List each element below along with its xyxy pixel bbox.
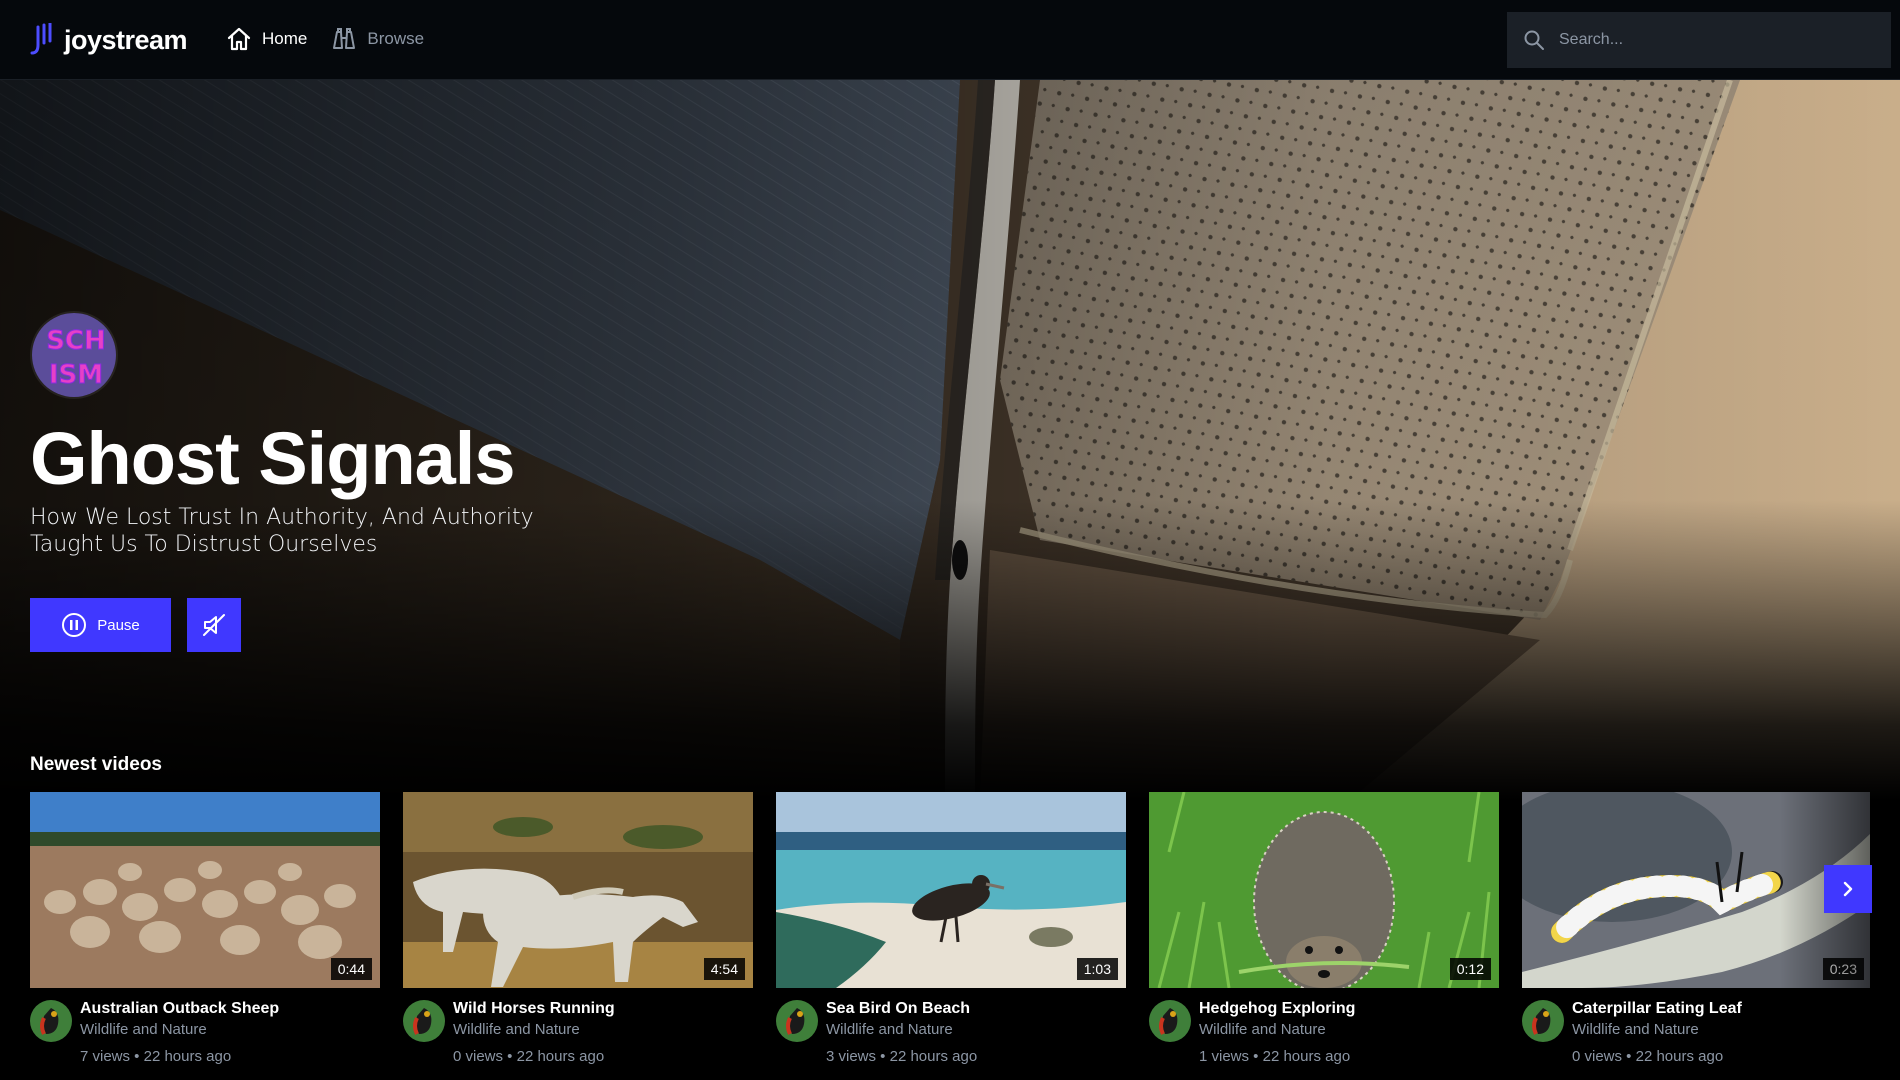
- chevron-right-icon: [1843, 881, 1853, 897]
- channel-avatar-small[interactable]: [403, 1000, 445, 1042]
- pause-label: Pause: [97, 616, 140, 634]
- binoculars-icon: [333, 28, 356, 49]
- video-channel-name[interactable]: Wildlife and Nature: [1199, 1021, 1326, 1038]
- svg-text:ISM: ISM: [49, 360, 103, 390]
- joystream-logo[interactable]: joystream: [30, 22, 188, 58]
- section-newest-videos-title: Newest videos: [30, 754, 162, 775]
- hero-subtitle: How We Lost Trust In Authority, And Auth…: [30, 505, 534, 557]
- speaker-off-icon: [203, 614, 225, 636]
- video-title[interactable]: Hedgehog Exploring: [1199, 1000, 1355, 1018]
- video-carousel: 0:44 Australian Outback Sheep Wildlife a…: [30, 792, 1870, 1080]
- hedgehog-thumbnail-image: [1149, 792, 1499, 988]
- video-card[interactable]: 0:44 Australian Outback Sheep Wildlife a…: [30, 792, 380, 1068]
- video-duration: 0:44: [330, 958, 372, 980]
- mute-toggle-button[interactable]: [187, 598, 241, 652]
- search-box[interactable]: [1507, 12, 1891, 68]
- home-icon: [227, 27, 251, 51]
- nav-home-label: Home: [262, 29, 308, 48]
- search-input[interactable]: [1559, 31, 1879, 49]
- video-channel-name[interactable]: Wildlife and Nature: [826, 1021, 953, 1038]
- caterpillar-thumbnail-image: [1522, 792, 1870, 988]
- main-nav: Home Browse: [226, 26, 424, 52]
- video-duration: 4:54: [703, 958, 745, 980]
- joystream-logo-icon: [30, 23, 52, 55]
- nav-browse[interactable]: Browse: [331, 26, 424, 52]
- channel-avatar-small[interactable]: [1149, 1000, 1191, 1042]
- video-card[interactable]: 0:12 Hedgehog Exploring Wildlife and Nat…: [1149, 792, 1499, 1068]
- channel-avatar[interactable]: SCH ISM: [30, 311, 118, 399]
- video-card[interactable]: 1:03 Sea Bird On Beach Wildlife and Natu…: [776, 792, 1126, 1068]
- video-channel-name[interactable]: Wildlife and Nature: [1572, 1021, 1699, 1038]
- channel-avatar-small[interactable]: [776, 1000, 818, 1042]
- video-stats: 0 views • 22 hours ago: [453, 1048, 605, 1065]
- channel-avatar-small[interactable]: [1522, 1000, 1564, 1042]
- video-stats: 1 views • 22 hours ago: [1199, 1048, 1351, 1065]
- video-thumbnail[interactable]: 0:23: [1522, 792, 1870, 988]
- video-thumbnail[interactable]: 0:44: [30, 792, 380, 988]
- schism-logo-image: SCH ISM: [32, 313, 116, 397]
- top-bar: joystream Home Browse: [0, 0, 1900, 80]
- video-title[interactable]: Wild Horses Running: [453, 1000, 615, 1018]
- video-title[interactable]: Sea Bird On Beach: [826, 1000, 970, 1018]
- carousel-next-button[interactable]: [1824, 865, 1872, 913]
- search-icon: [1524, 30, 1544, 50]
- sheep-thumbnail-image: [30, 792, 380, 988]
- hero-title[interactable]: Ghost Signals: [30, 416, 516, 501]
- video-thumbnail[interactable]: 4:54: [403, 792, 753, 988]
- video-duration: 0:23: [1822, 958, 1864, 980]
- video-title[interactable]: Caterpillar Eating Leaf: [1572, 1000, 1742, 1018]
- video-title[interactable]: Australian Outback Sheep: [80, 1000, 279, 1018]
- video-thumbnail[interactable]: 1:03: [776, 792, 1126, 988]
- hero-banner: SCH ISM Ghost Signals How We Lost Trust …: [0, 80, 1900, 800]
- pause-button[interactable]: Pause: [30, 598, 171, 652]
- video-channel-name[interactable]: Wildlife and Nature: [80, 1021, 207, 1038]
- svg-text:SCH: SCH: [46, 326, 106, 356]
- video-stats: 3 views • 22 hours ago: [826, 1048, 978, 1065]
- video-stats: 7 views • 22 hours ago: [80, 1048, 232, 1065]
- seabird-thumbnail-image: [776, 792, 1126, 988]
- video-channel-name[interactable]: Wildlife and Nature: [453, 1021, 580, 1038]
- video-duration: 0:12: [1449, 958, 1491, 980]
- pause-circle-icon: [62, 613, 87, 637]
- video-duration: 1:03: [1076, 958, 1118, 980]
- horses-thumbnail-image: [403, 792, 753, 988]
- nav-home[interactable]: Home: [226, 26, 307, 52]
- brand-name: joystream: [64, 24, 188, 55]
- video-card[interactable]: 0:23 Caterpillar Eating Leaf Wildlife an…: [1522, 792, 1870, 1068]
- video-card[interactable]: 4:54 Wild Horses Running Wildlife and Na…: [403, 792, 753, 1068]
- channel-avatar-small[interactable]: [30, 1000, 72, 1042]
- video-stats: 0 views • 22 hours ago: [1572, 1048, 1724, 1065]
- video-thumbnail[interactable]: 0:12: [1149, 792, 1499, 988]
- nav-browse-label: Browse: [367, 29, 425, 48]
